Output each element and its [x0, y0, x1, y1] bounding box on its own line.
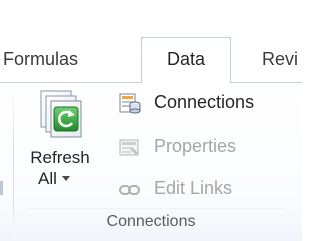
- group-caption-connections: Connections: [106, 213, 196, 230]
- edit-links-icon: [119, 185, 140, 195]
- connections-label: Connections: [154, 92, 255, 112]
- connections-button[interactable]: Connections: [118, 90, 298, 118]
- properties-icon: [119, 139, 139, 156]
- edit-links-button[interactable]: Edit Links: [118, 176, 298, 204]
- refresh-all-button[interactable]: Refresh All: [25, 85, 95, 203]
- refresh-all-label-line2: All: [38, 169, 57, 188]
- group-caption-divider: [26, 208, 286, 209]
- tab-data-label: Data: [166, 49, 206, 69]
- refresh-all-icon: [40, 90, 82, 138]
- properties-label: Properties: [154, 136, 237, 156]
- ribbon-panel: Refresh All Connections Properties Edit …: [0, 82, 302, 241]
- edit-links-label: Edit Links: [154, 178, 233, 198]
- tab-formulas[interactable]: Formulas: [3, 49, 78, 70]
- tab-review[interactable]: Revi: [262, 49, 298, 70]
- connections-icon: [119, 93, 141, 114]
- chevron-down-icon[interactable]: [62, 176, 70, 181]
- tab-data[interactable]: Data: [141, 37, 231, 83]
- refresh-all-label-line1: Refresh: [30, 148, 90, 167]
- properties-button[interactable]: Properties: [118, 134, 298, 162]
- ribbon-tab-strip: Formulas Data Revi: [0, 0, 302, 83]
- group-separator-stub: [0, 181, 3, 195]
